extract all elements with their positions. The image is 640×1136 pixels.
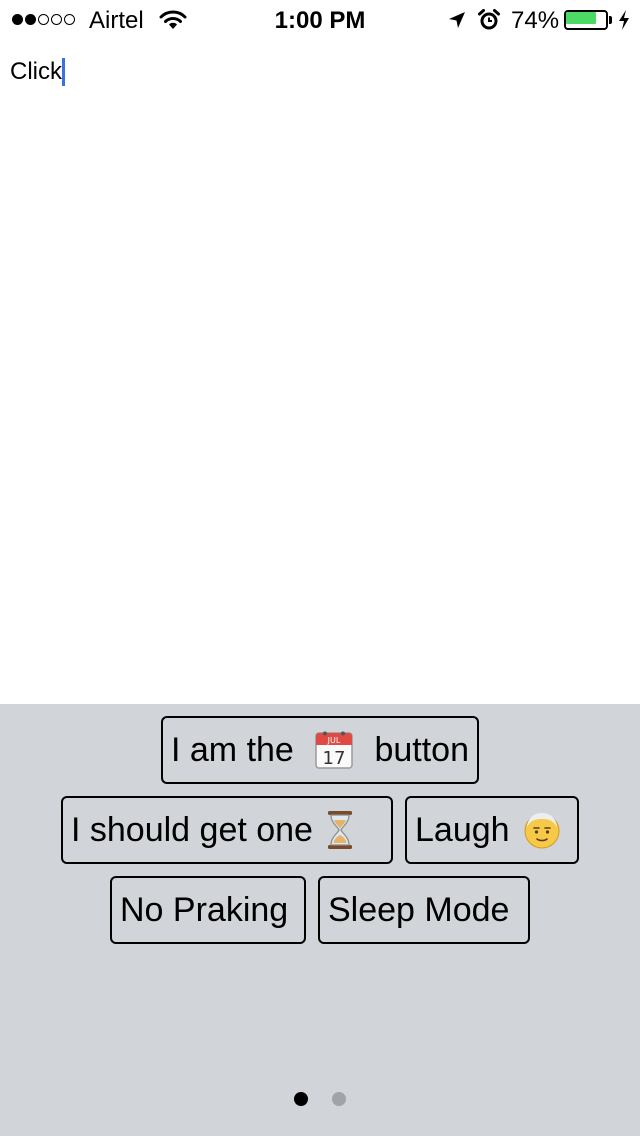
i-should-get-one-hourglass-button[interactable]: I should get one <box>61 796 393 864</box>
text-input-area[interactable]: Click <box>10 58 630 678</box>
key-label: I am the <box>171 730 294 769</box>
status-bar: Airtel 1:00 PM 74% <box>0 0 640 40</box>
hourglass-icon <box>327 811 352 849</box>
sleep-mode-button[interactable]: Sleep Mode <box>318 876 530 944</box>
calendar-day: 17 <box>323 748 346 769</box>
alarm-clock-icon <box>478 9 500 30</box>
key-label: I should get one <box>71 810 313 849</box>
text-cursor <box>62 58 65 86</box>
calendar-month: JUL <box>327 736 341 745</box>
battery-level-fill <box>566 12 596 24</box>
keyboard-row: I should get one Laugh <box>0 796 640 864</box>
page-dot-2[interactable] <box>332 1092 346 1106</box>
page-indicator[interactable] <box>0 1092 640 1106</box>
key-label: No Praking <box>120 890 289 929</box>
face-icon <box>524 813 560 849</box>
charging-bolt-icon <box>619 10 629 30</box>
custom-emoji-keyboard: I am the JUL 17 button I should get one <box>0 704 640 1136</box>
typed-text: Click <box>10 58 62 85</box>
location-arrow-icon <box>449 12 465 28</box>
laugh-button[interactable]: Laugh <box>405 796 579 864</box>
key-label: Laugh <box>415 810 510 849</box>
page-dot-1[interactable] <box>294 1092 308 1106</box>
key-label: button <box>374 730 469 769</box>
key-label: Sleep Mode <box>328 890 510 929</box>
keyboard-row: I am the JUL 17 button <box>0 716 640 784</box>
calendar-icon: JUL 17 <box>315 731 353 769</box>
battery-icon <box>564 10 616 31</box>
keyboard-row: No Praking Sleep Mode <box>0 876 640 944</box>
i-am-the-calendar-button[interactable]: I am the JUL 17 button <box>161 716 479 784</box>
no-praking-button[interactable]: No Praking <box>110 876 306 944</box>
battery-percentage: 74% <box>511 7 560 34</box>
